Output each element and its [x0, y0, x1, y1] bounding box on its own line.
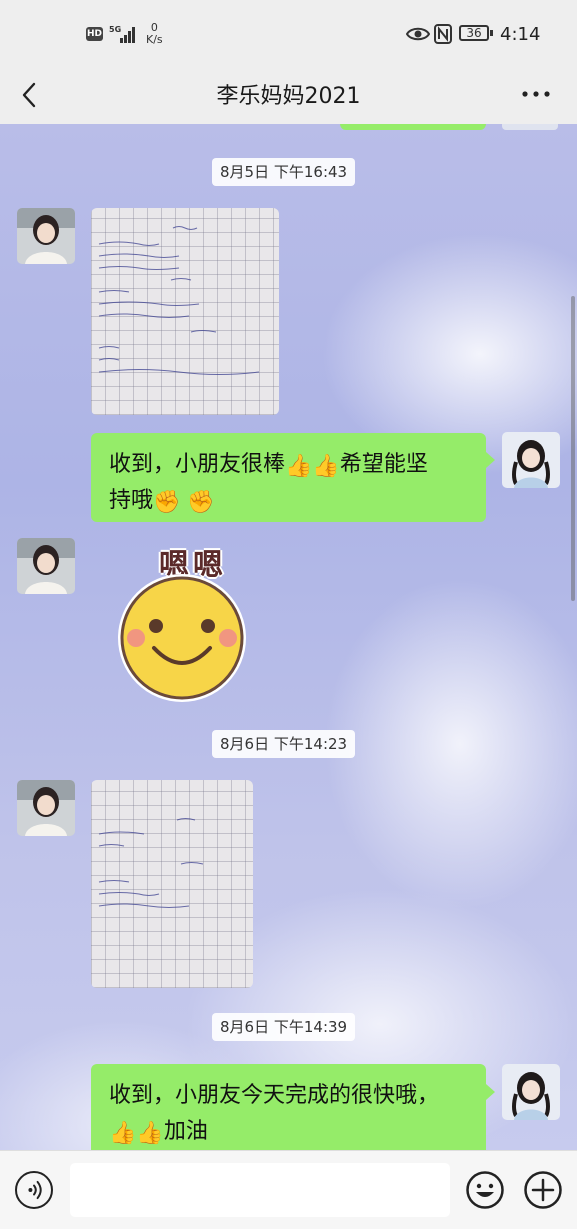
thumbs-up-icon: 👍: [285, 454, 313, 479]
homework-photo[interactable]: [91, 208, 279, 415]
battery-tip: [490, 30, 493, 36]
outgoing-message-bubble[interactable]: 收到，小朋友今天完成的很快哦， 👍👍加油: [91, 1064, 486, 1150]
network-speed: 0 K/s: [146, 22, 163, 46]
bubble-tail: [486, 1084, 495, 1100]
signal-icon: 5G: [109, 25, 135, 43]
smiley-sticker: [118, 574, 246, 702]
plus-icon[interactable]: [523, 1170, 563, 1210]
message-input[interactable]: [70, 1163, 450, 1217]
timestamp: 8月6日 下午14:23: [212, 730, 356, 758]
clock: 4:14: [500, 24, 541, 45]
contact-avatar[interactable]: [17, 538, 75, 594]
thumbs-up-icon: 👍: [136, 1121, 164, 1146]
homework-photo[interactable]: [91, 780, 253, 988]
chat-header: 李乐妈妈2021: [0, 66, 577, 124]
message-input-bar: [0, 1150, 577, 1229]
previous-avatar[interactable]: [502, 124, 558, 130]
fist-icon: ✊: [187, 490, 215, 515]
chat-title[interactable]: 李乐妈妈2021: [0, 78, 577, 110]
bubble-tail: [486, 452, 495, 468]
message-text: 收到，小朋友今天完成的很快哦，: [109, 1083, 440, 1108]
chat-message-list[interactable]: 8月5日 下午16:43 收到，小朋友很棒👍👍希望能坚 持哦✊ ✊ 嗯嗯 8月6…: [0, 124, 577, 1150]
status-bar: HD 5G 0 K/s 36 4:14: [0, 0, 577, 66]
message-text: 收到，小朋友很棒: [109, 452, 286, 477]
battery-indicator: 36: [459, 25, 489, 41]
message-text: 希望能坚: [339, 452, 428, 477]
more-dots-icon[interactable]: [518, 82, 554, 106]
contact-avatar[interactable]: [17, 208, 75, 264]
thumbs-up-icon: 👍: [312, 454, 340, 479]
thumbs-up-icon: 👍: [109, 1121, 137, 1146]
previous-message-bubble[interactable]: [340, 124, 486, 130]
contact-avatar[interactable]: [17, 780, 75, 836]
message-text: 持哦: [109, 488, 154, 513]
nfc-icon: [434, 24, 452, 44]
my-avatar[interactable]: [502, 1064, 560, 1120]
fist-icon: ✊: [153, 490, 181, 515]
speed-unit: K/s: [146, 33, 163, 46]
outgoing-message-bubble[interactable]: 收到，小朋友很棒👍👍希望能坚 持哦✊ ✊: [91, 433, 486, 522]
hd-badge: HD: [86, 27, 103, 41]
my-avatar[interactable]: [502, 432, 560, 488]
sticker-message[interactable]: 嗯嗯: [112, 540, 252, 705]
message-text: 加油: [163, 1119, 208, 1144]
smiley-face-icon[interactable]: [465, 1170, 505, 1210]
voice-icon[interactable]: [15, 1171, 53, 1209]
svg-text:5G: 5G: [109, 25, 121, 34]
timestamp: 8月5日 下午16:43: [212, 158, 356, 186]
eye-icon: [406, 27, 430, 41]
timestamp: 8月6日 下午14:39: [212, 1013, 356, 1041]
scrollbar[interactable]: [571, 296, 575, 601]
